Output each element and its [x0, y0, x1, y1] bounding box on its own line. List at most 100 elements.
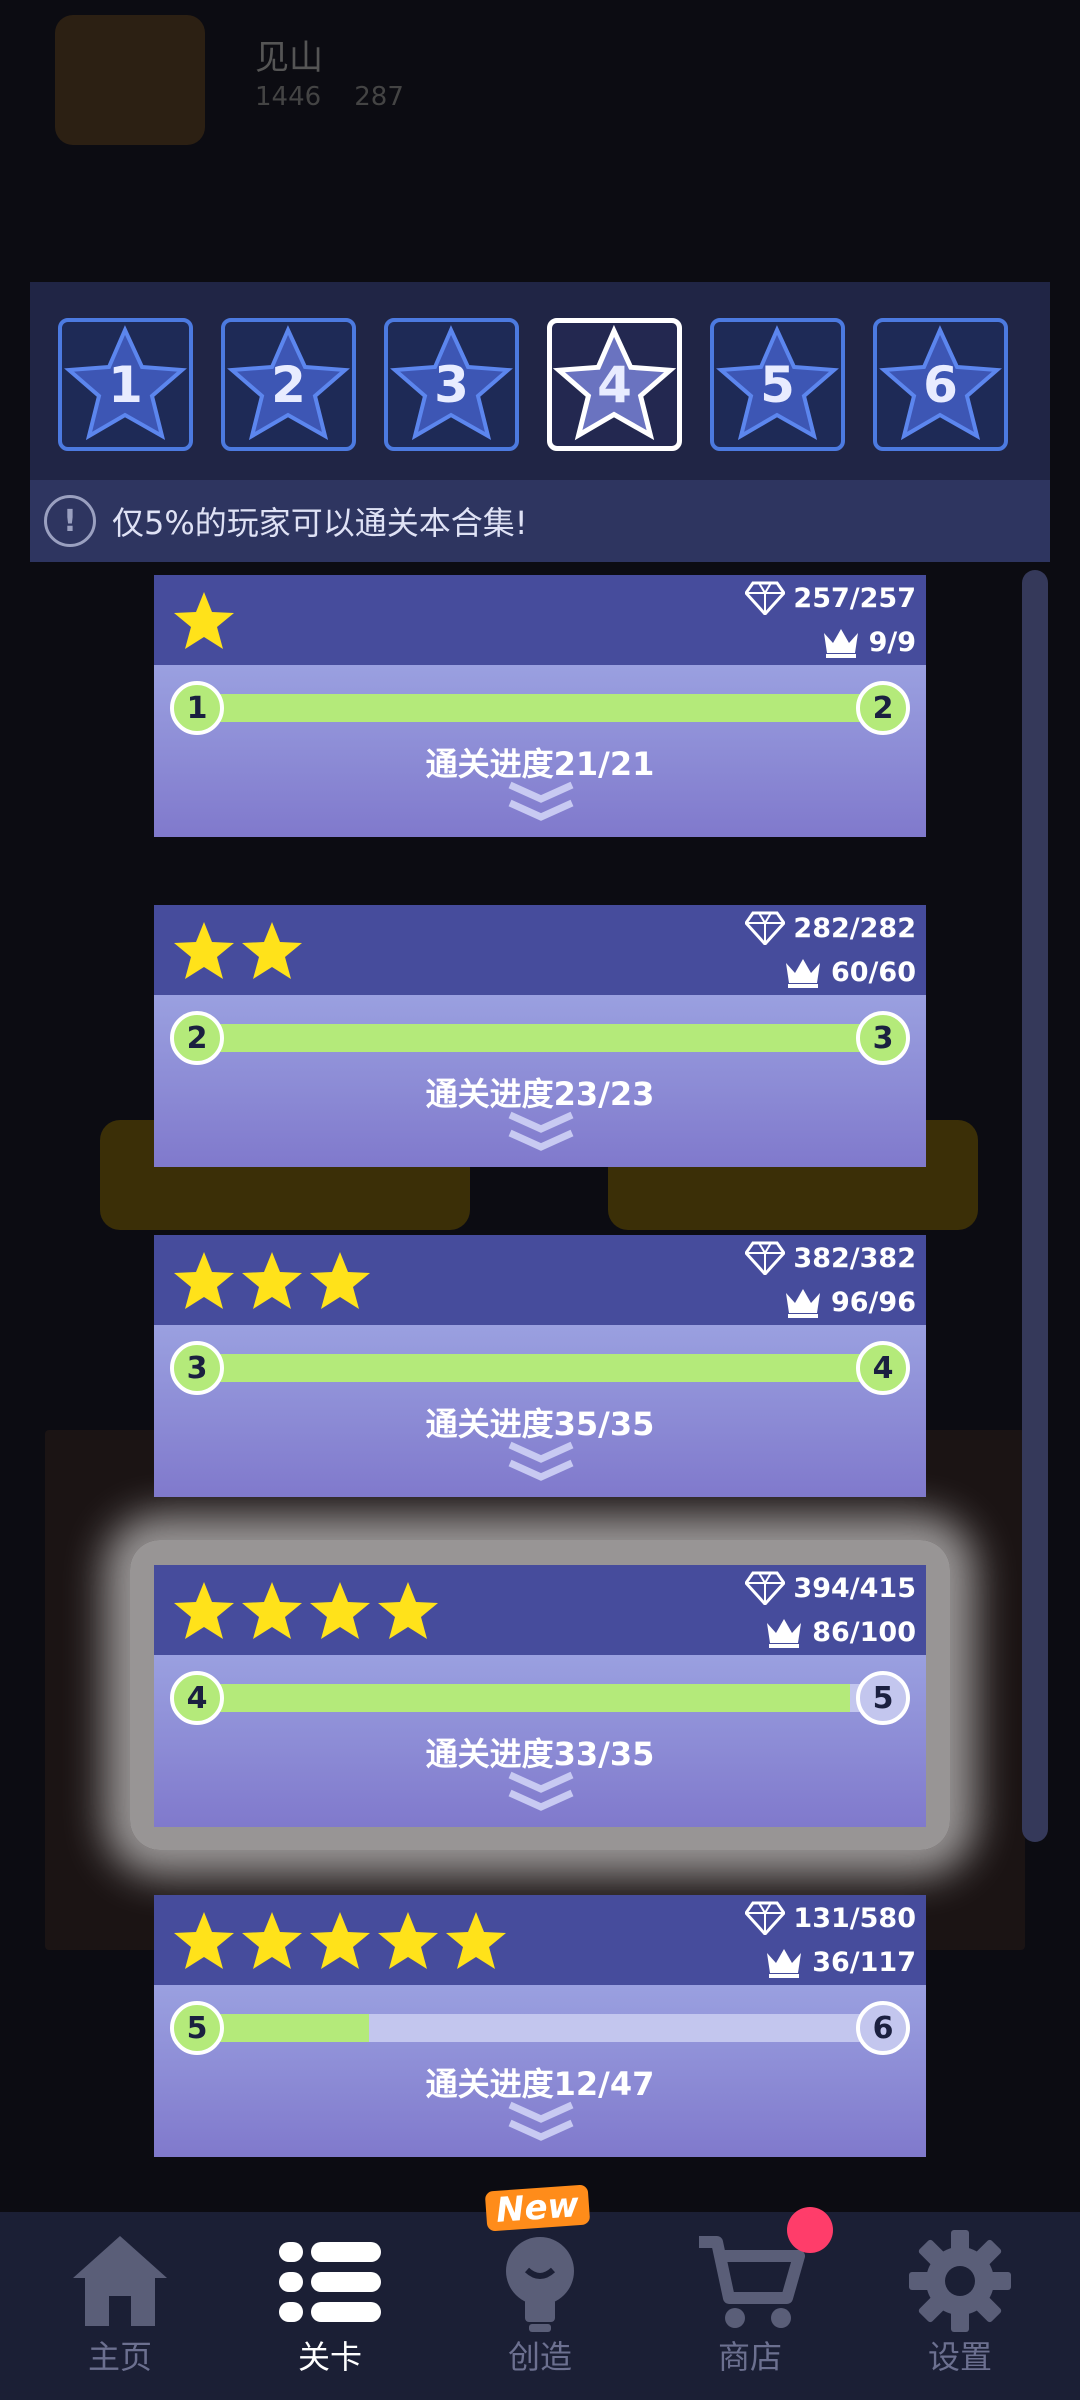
collection-tab-number: 3	[434, 355, 469, 414]
progress-track	[190, 1684, 890, 1712]
gem-stat: 257/257	[745, 581, 916, 615]
star-icon	[174, 922, 234, 979]
chevron-down-icon	[508, 781, 574, 821]
star-icon	[378, 1912, 438, 1969]
crown-stat: 36/117	[764, 1945, 916, 1979]
level-card[interactable]: 394/415 86/100 4 5 通关进度33/35	[154, 1565, 926, 1827]
gem-count: 1446	[255, 82, 322, 112]
gem-stat: 282/282	[745, 911, 916, 945]
level-card-header: 282/282 60/60	[154, 905, 926, 995]
progress-text: 通关进度35/35	[425, 1405, 655, 1443]
expand-chevron[interactable]	[506, 1771, 576, 1819]
star-icon	[174, 1252, 234, 1309]
gem-icon	[745, 1901, 786, 1935]
progress-end-node: 3	[856, 1011, 910, 1065]
level-card-body: 4 5 通关进度33/35	[154, 1655, 926, 1827]
star-icon	[174, 1912, 234, 1969]
chevron-down-icon	[508, 1771, 574, 1811]
crown-stat: 9/9	[821, 625, 916, 659]
crown-icon	[823, 629, 858, 658]
nav-home[interactable]: 主页	[15, 2212, 225, 2400]
level-card[interactable]: 382/382 96/96 3 4 通关进度35/35	[154, 1235, 926, 1497]
progress-start-node: 1	[170, 681, 224, 735]
progress-track	[190, 1354, 890, 1382]
progress-fill	[190, 1024, 890, 1052]
collection-tab-number: 5	[760, 355, 795, 414]
chevron-down-icon	[508, 2101, 574, 2141]
progress-text: 通关进度12/47	[425, 2065, 655, 2103]
expand-chevron[interactable]	[506, 1111, 576, 1159]
level-stars	[172, 1579, 440, 1641]
level-card[interactable]: 282/282 60/60 2 3 通关进度23/23	[154, 905, 926, 1167]
progress-end-node: 6	[856, 2001, 910, 2055]
collection-tab-3[interactable]: 3	[384, 318, 519, 451]
star-icon	[242, 1582, 302, 1639]
lightbulb-icon	[506, 2237, 574, 2332]
progress-track	[190, 2014, 890, 2042]
star-icon	[242, 1252, 302, 1309]
progress-end-node: 4	[856, 1341, 910, 1395]
nav-create[interactable]: 创造	[435, 2212, 645, 2400]
scrollbar[interactable]	[1022, 570, 1048, 1842]
star-icon	[310, 1582, 370, 1639]
collection-tab-1[interactable]: 1	[58, 318, 193, 451]
progress-start-node: 5	[170, 2001, 224, 2055]
level-card-header: 394/415 86/100	[154, 1565, 926, 1655]
level-stars	[172, 1249, 372, 1311]
star-icon	[242, 922, 302, 979]
progress-start-node: 2	[170, 1011, 224, 1065]
bottom-nav: 主页 关卡 创造 商店 设置	[0, 2212, 1080, 2400]
level-card[interactable]: 131/580 36/117 5 6 通关进度12/47	[154, 1895, 926, 2157]
level-card-body: 2 3 通关进度23/23	[154, 995, 926, 1167]
expand-chevron[interactable]	[506, 1441, 576, 1489]
star-icon	[446, 1912, 506, 1969]
progress-track	[190, 1024, 890, 1052]
gem-icon	[745, 1571, 786, 1605]
level-card-body: 3 4 通关进度35/35	[154, 1325, 926, 1497]
crown-icon	[785, 1289, 820, 1318]
progress-fill	[190, 1684, 850, 1712]
player-stats: 1446 287	[255, 82, 404, 112]
star-icon	[242, 1912, 302, 1969]
collection-tab-6[interactable]: 6	[873, 318, 1008, 451]
crown-icon	[767, 1619, 802, 1648]
crown-stat-value: 36/117	[812, 1946, 916, 1978]
crown-stat: 96/96	[783, 1285, 916, 1319]
shop-notification-dot	[787, 2207, 833, 2253]
progress-text: 通关进度23/23	[425, 1075, 655, 1113]
crown-stat: 60/60	[783, 955, 916, 989]
nav-levels[interactable]: 关卡	[225, 2212, 435, 2400]
crown-stat-value: 60/60	[830, 956, 916, 988]
profile-avatar	[55, 15, 205, 145]
crown-icon	[767, 1949, 802, 1978]
gem-stat-value: 282/282	[793, 912, 916, 944]
progress-bar: 12	[170, 681, 910, 735]
level-card-body: 5 6 通关进度12/47	[154, 1985, 926, 2157]
gem-stat: 382/382	[745, 1241, 916, 1275]
level-card[interactable]: 257/257 9/9 1 2 通关进度21/21	[154, 575, 926, 837]
star-icon	[310, 1252, 370, 1309]
crown-count: 287	[354, 82, 404, 112]
expand-chevron[interactable]	[506, 2101, 576, 2149]
progress-start-node: 4	[170, 1671, 224, 1725]
progress-text: 通关进度21/21	[425, 745, 655, 783]
star-icon	[174, 592, 234, 649]
collection-tab-number: 1	[108, 355, 143, 414]
collection-tab-4[interactable]: 4	[547, 318, 682, 451]
expand-chevron[interactable]	[506, 781, 576, 829]
collection-tab-5[interactable]: 5	[710, 318, 845, 451]
collection-tab-2[interactable]: 2	[221, 318, 356, 451]
new-badge: New	[484, 2184, 591, 2232]
list-icon	[279, 2242, 381, 2322]
nav-settings-label: 设置	[927, 2338, 992, 2376]
info-icon: !	[44, 495, 96, 547]
player-name: 见山	[255, 38, 323, 78]
level-card-header: 131/580 36/117	[154, 1895, 926, 1985]
home-icon	[73, 2236, 167, 2326]
collection-tab-number: 2	[271, 355, 306, 414]
collection-tab-number: 4	[597, 355, 632, 414]
progress-fill	[190, 694, 890, 722]
gem-icon	[745, 581, 786, 615]
gem-stat-value: 257/257	[793, 582, 916, 614]
nav-settings[interactable]: 设置	[855, 2212, 1065, 2400]
